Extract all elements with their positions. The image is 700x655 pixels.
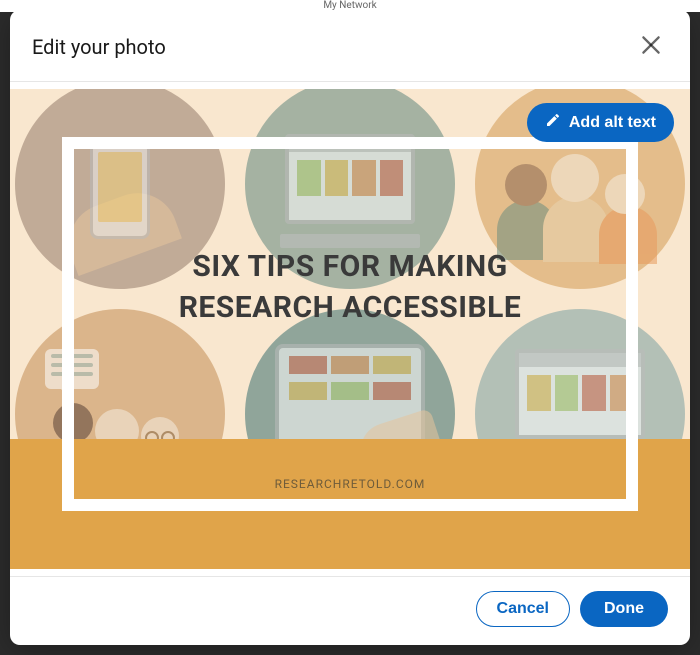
- illustration-monitor: [515, 349, 645, 439]
- illustration-phone: [90, 139, 150, 239]
- image-headline-line2: RESEARCH ACCESSIBLE: [10, 290, 690, 325]
- add-alt-text-button[interactable]: Add alt text: [527, 103, 674, 142]
- nav-hint: My Network: [323, 0, 376, 11]
- illustration-monitor: [285, 134, 415, 224]
- modal-backdrop: My Network Edit your photo: [0, 0, 700, 655]
- modal-header: Edit your photo: [10, 10, 690, 82]
- photo-canvas[interactable]: SIX TIPS FOR MAKING RESEARCH ACCESSIBLE …: [10, 89, 690, 569]
- illustration-people: [505, 144, 665, 264]
- image-headline: SIX TIPS FOR MAKING RESEARCH ACCESSIBLE: [10, 249, 690, 325]
- done-button[interactable]: Done: [580, 591, 668, 627]
- background-nav: My Network: [0, 0, 700, 12]
- illustration-band: [10, 439, 690, 569]
- close-button[interactable]: [634, 28, 668, 65]
- image-headline-line1: SIX TIPS FOR MAKING: [192, 249, 507, 284]
- edit-photo-modal: Edit your photo: [10, 10, 690, 645]
- pencil-icon: [545, 112, 561, 133]
- modal-footer: Cancel Done: [10, 576, 690, 645]
- cancel-button[interactable]: Cancel: [476, 591, 570, 627]
- modal-title: Edit your photo: [32, 35, 166, 59]
- modal-body: SIX TIPS FOR MAKING RESEARCH ACCESSIBLE …: [10, 82, 690, 576]
- close-icon: [638, 32, 664, 61]
- illustration-keyboard: [280, 234, 420, 248]
- add-alt-text-label: Add alt text: [569, 114, 656, 132]
